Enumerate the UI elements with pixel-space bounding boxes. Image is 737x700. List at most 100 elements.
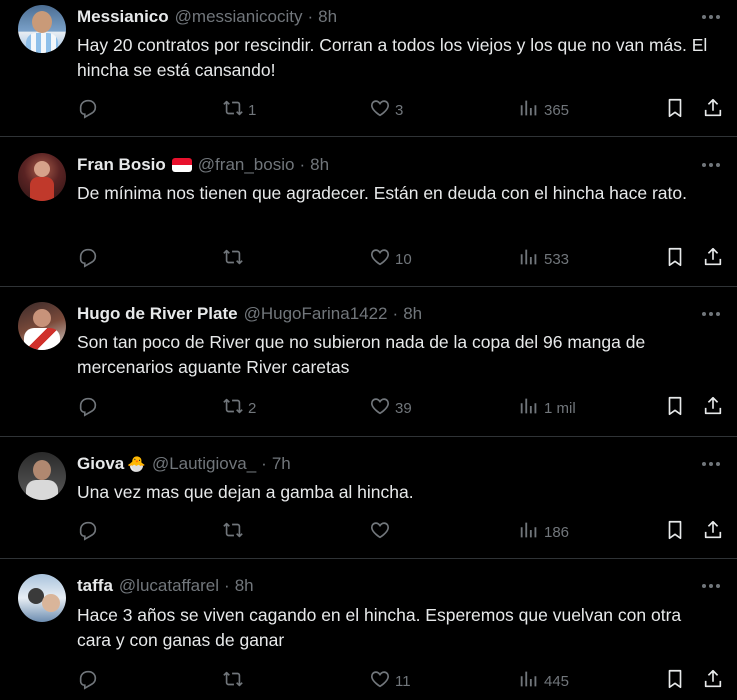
tweet-text: Una vez mas que dejan a gamba al hincha.: [77, 482, 414, 502]
bookmark-button[interactable]: [664, 667, 686, 695]
retweet-button[interactable]: [222, 667, 248, 695]
tweet-feed: Messianico @messianicocity · 8h Hay 20 c…: [0, 0, 737, 700]
views-button[interactable]: 1 mil: [518, 394, 576, 422]
views-count: 533: [544, 250, 570, 268]
retweet-icon: [222, 246, 244, 272]
more-options-icon[interactable]: [699, 304, 723, 324]
heart-icon: [369, 97, 391, 123]
like-count: 11: [395, 672, 411, 690]
reply-icon: [77, 668, 99, 694]
analytics-icon: [518, 97, 540, 123]
separator-dot: ·: [224, 576, 230, 595]
heart-icon: [369, 519, 391, 545]
reply-button[interactable]: [77, 96, 103, 124]
retweet-button[interactable]: [222, 518, 248, 546]
share-icon: [702, 395, 724, 421]
author-handle[interactable]: @Lautigiova_: [152, 454, 256, 474]
share-button[interactable]: [702, 394, 724, 422]
tweet-text: De mínima nos tienen que agradecer. Está…: [77, 183, 687, 203]
tweet-actions: 1 3 365: [77, 96, 727, 124]
avatar[interactable]: [18, 153, 66, 201]
analytics-icon: [518, 246, 540, 272]
like-button[interactable]: 39: [369, 394, 412, 422]
author-name[interactable]: taffa: [77, 576, 113, 596]
tweet[interactable]: Fran Bosio @fran_bosio · 8h De mínima no…: [0, 137, 737, 287]
more-options-icon[interactable]: [699, 454, 723, 474]
avatar[interactable]: [18, 452, 66, 500]
share-icon: [702, 668, 724, 694]
author-name[interactable]: Fran Bosio: [77, 155, 166, 175]
timestamp[interactable]: 8h: [318, 7, 337, 27]
flag-icon: [171, 158, 192, 172]
reply-button[interactable]: [77, 245, 103, 273]
retweet-count: 2: [248, 399, 257, 417]
timestamp[interactable]: 8h: [310, 155, 329, 175]
views-count: 365: [544, 101, 570, 119]
avatar[interactable]: [18, 574, 66, 622]
bookmark-icon: [664, 246, 686, 272]
reply-icon: [77, 97, 99, 123]
avatar[interactable]: [18, 5, 66, 53]
timestamp[interactable]: 8h: [403, 304, 422, 324]
retweet-icon: [222, 668, 244, 694]
tweet-actions: 10 533: [77, 245, 727, 273]
more-options-icon[interactable]: [699, 155, 723, 175]
reply-button[interactable]: [77, 394, 103, 422]
author-name[interactable]: Hugo de River Plate: [77, 304, 238, 324]
separator-dot: ·: [299, 155, 306, 174]
share-icon: [702, 519, 724, 545]
like-button[interactable]: 3: [369, 96, 403, 124]
share-button[interactable]: [702, 96, 724, 124]
bookmark-button[interactable]: [664, 394, 686, 422]
retweet-button[interactable]: [222, 245, 248, 273]
reply-button[interactable]: [77, 667, 103, 695]
like-button[interactable]: [369, 518, 395, 546]
avatar[interactable]: [18, 302, 66, 350]
retweet-icon: [222, 97, 244, 123]
views-button[interactable]: 533: [518, 245, 569, 273]
tweet[interactable]: Hugo de River Plate @HugoFarina1422 · 8h…: [0, 287, 737, 437]
tweet[interactable]: Giova 🐣 @Lautigiova_ · 7h Una vez mas qu…: [0, 437, 737, 559]
author-handle[interactable]: @fran_bosio: [198, 155, 295, 175]
timestamp[interactable]: 7h: [272, 454, 291, 474]
heart-icon: [369, 395, 391, 421]
share-button[interactable]: [702, 245, 724, 273]
like-button[interactable]: 11: [369, 667, 411, 695]
share-button[interactable]: [702, 667, 724, 695]
author-name[interactable]: Messianico: [77, 7, 169, 27]
retweet-button[interactable]: 2: [222, 394, 256, 422]
tweet-actions: 2 39 1 mil: [77, 394, 727, 422]
timestamp[interactable]: 8h: [235, 576, 254, 596]
author-handle[interactable]: @lucataffarel: [119, 576, 219, 596]
chick-emoji-icon: 🐣: [127, 456, 146, 473]
more-options-icon[interactable]: [699, 576, 723, 596]
bookmark-button[interactable]: [664, 245, 686, 273]
retweet-button[interactable]: 1: [222, 96, 256, 124]
tweet-actions: 11 445: [77, 667, 727, 695]
like-button[interactable]: 10: [369, 245, 412, 273]
share-icon: [702, 97, 724, 123]
share-button[interactable]: [702, 518, 724, 546]
views-button[interactable]: 186: [518, 518, 569, 546]
reply-icon: [77, 519, 99, 545]
tweet[interactable]: Messianico @messianicocity · 8h Hay 20 c…: [0, 0, 737, 137]
retweet-count: 1: [248, 101, 257, 119]
more-options-icon[interactable]: [699, 7, 723, 27]
bookmark-button[interactable]: [664, 518, 686, 546]
reply-button[interactable]: [77, 518, 103, 546]
bookmark-icon: [664, 668, 686, 694]
tweet-text: Son tan poco de River que no subieron na…: [77, 332, 646, 377]
bookmark-button[interactable]: [664, 96, 686, 124]
separator-dot: ·: [261, 454, 267, 473]
author-handle[interactable]: @messianicocity: [175, 7, 303, 27]
like-count: 10: [395, 250, 412, 268]
views-button[interactable]: 365: [518, 96, 569, 124]
author-handle[interactable]: @HugoFarina1422: [244, 304, 388, 324]
tweet[interactable]: taffa @lucataffarel · 8h Hace 3 años se …: [0, 559, 737, 700]
author-name[interactable]: Giova: [77, 454, 124, 474]
views-button[interactable]: 445: [518, 667, 569, 695]
heart-icon: [369, 668, 391, 694]
views-count: 445: [544, 672, 570, 690]
tweet-text: Hace 3 años se viven cagando en el hinch…: [77, 605, 682, 650]
separator-dot: ·: [392, 304, 399, 323]
